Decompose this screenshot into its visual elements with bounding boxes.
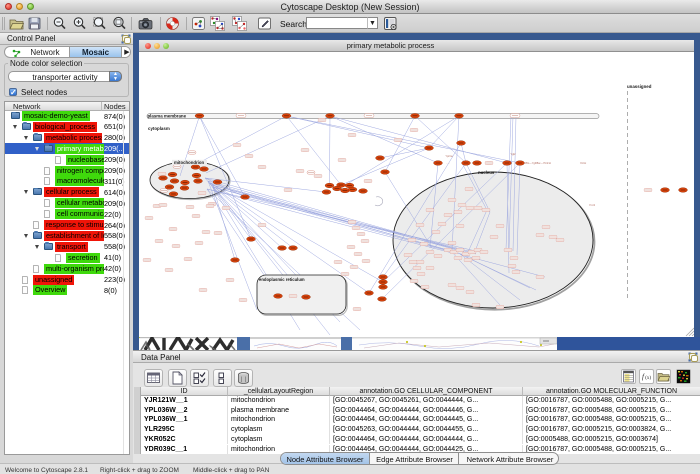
svg-text:(x): (x) xyxy=(645,376,651,381)
svg-text:unassigned: unassigned xyxy=(627,84,652,89)
svg-text:plasma membrane: plasma membrane xyxy=(148,113,187,118)
svg-text:Ydr05c—Ygl08w—Ybr21c: Ydr05c—Ygl08w—Ybr21c xyxy=(521,161,552,165)
svg-text:mitochondrion: mitochondrion xyxy=(174,160,204,165)
svg-text:cytoplasm: cytoplasm xyxy=(148,126,170,131)
svg-text:Ymr2: Ymr2 xyxy=(589,203,596,207)
svg-text:endoplasmic reticulum: endoplasmic reticulum xyxy=(259,277,305,282)
svg-text:....: .... xyxy=(447,162,450,165)
svg-text:Ygl2: Ygl2 xyxy=(510,152,516,156)
svg-text:Ypr1w: Ypr1w xyxy=(445,154,452,158)
svg-text:Yol1c: Yol1c xyxy=(580,161,587,165)
svg-text:nucleus: nucleus xyxy=(478,170,495,175)
